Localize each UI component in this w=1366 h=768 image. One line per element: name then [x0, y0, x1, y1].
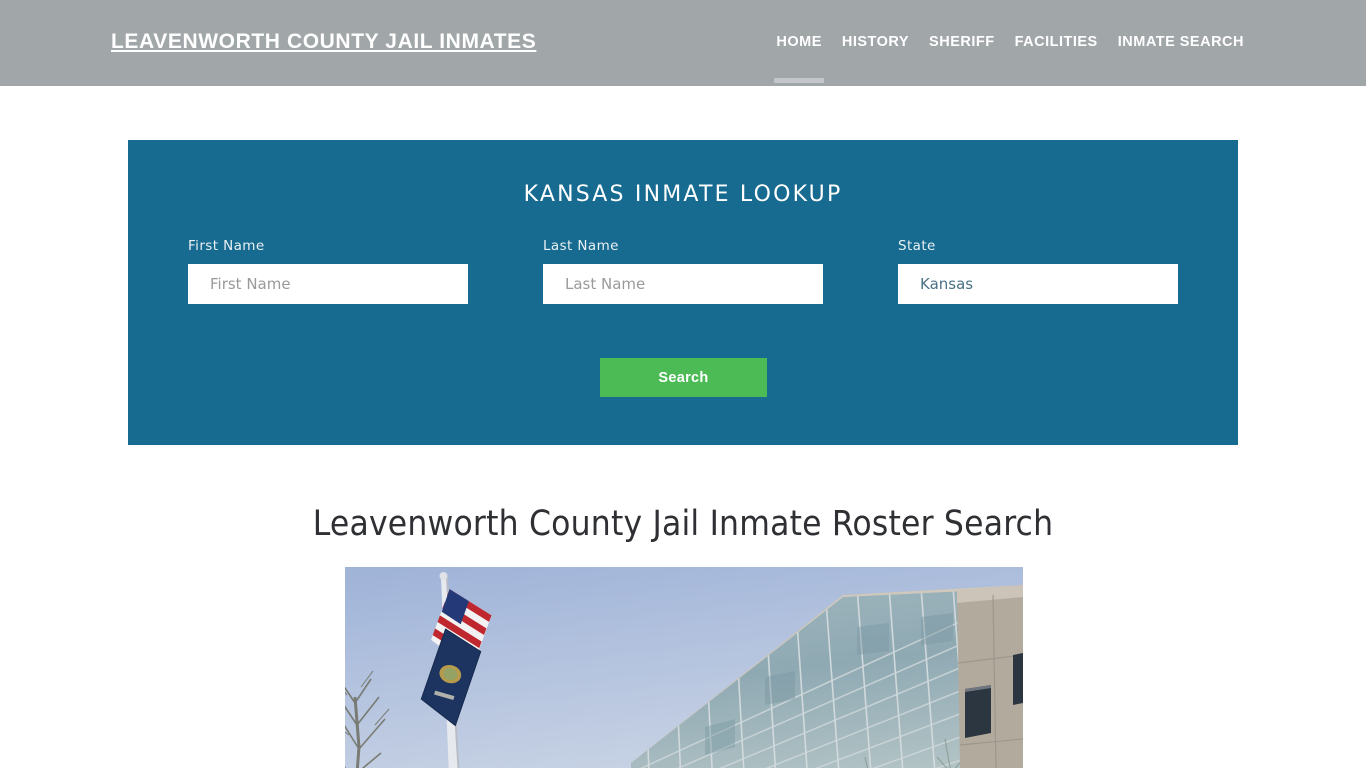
facility-photo-illustration — [345, 567, 1023, 768]
nav-item-sheriff[interactable]: SHERIFF — [919, 32, 1005, 53]
nav-item-facilities[interactable]: FACILITIES — [1005, 32, 1108, 53]
lookup-panel-title: KANSAS INMATE LOOKUP — [523, 182, 843, 207]
search-button[interactable]: Search — [600, 358, 767, 397]
state-field-group: State — [898, 238, 1178, 304]
nav-item-inmate-search[interactable]: INMATE SEARCH — [1108, 32, 1254, 53]
last-name-field-group: Last Name — [543, 238, 823, 304]
inmate-lookup-panel: KANSAS INMATE LOOKUP First Name Last Nam… — [128, 140, 1238, 445]
site-header: LEAVENWORTH COUNTY JAIL INMATES HOME HIS… — [0, 0, 1366, 86]
state-input[interactable] — [898, 264, 1178, 304]
nav-item-home[interactable]: HOME — [766, 32, 832, 53]
last-name-input[interactable] — [543, 264, 823, 304]
state-label: State — [898, 238, 936, 254]
main-navigation: HOME HISTORY SHERIFF FACILITIES INMATE S… — [766, 32, 1254, 53]
site-brand-logo[interactable]: LEAVENWORTH COUNTY JAIL INMATES — [111, 30, 536, 54]
first-name-label: First Name — [188, 238, 265, 254]
first-name-input[interactable] — [188, 264, 468, 304]
first-name-field-group: First Name — [188, 238, 468, 304]
nav-item-history[interactable]: HISTORY — [832, 32, 919, 53]
last-name-label: Last Name — [543, 238, 619, 254]
page-title: Leavenworth County Jail Inmate Roster Se… — [312, 504, 1054, 544]
facility-photo — [345, 567, 1023, 768]
